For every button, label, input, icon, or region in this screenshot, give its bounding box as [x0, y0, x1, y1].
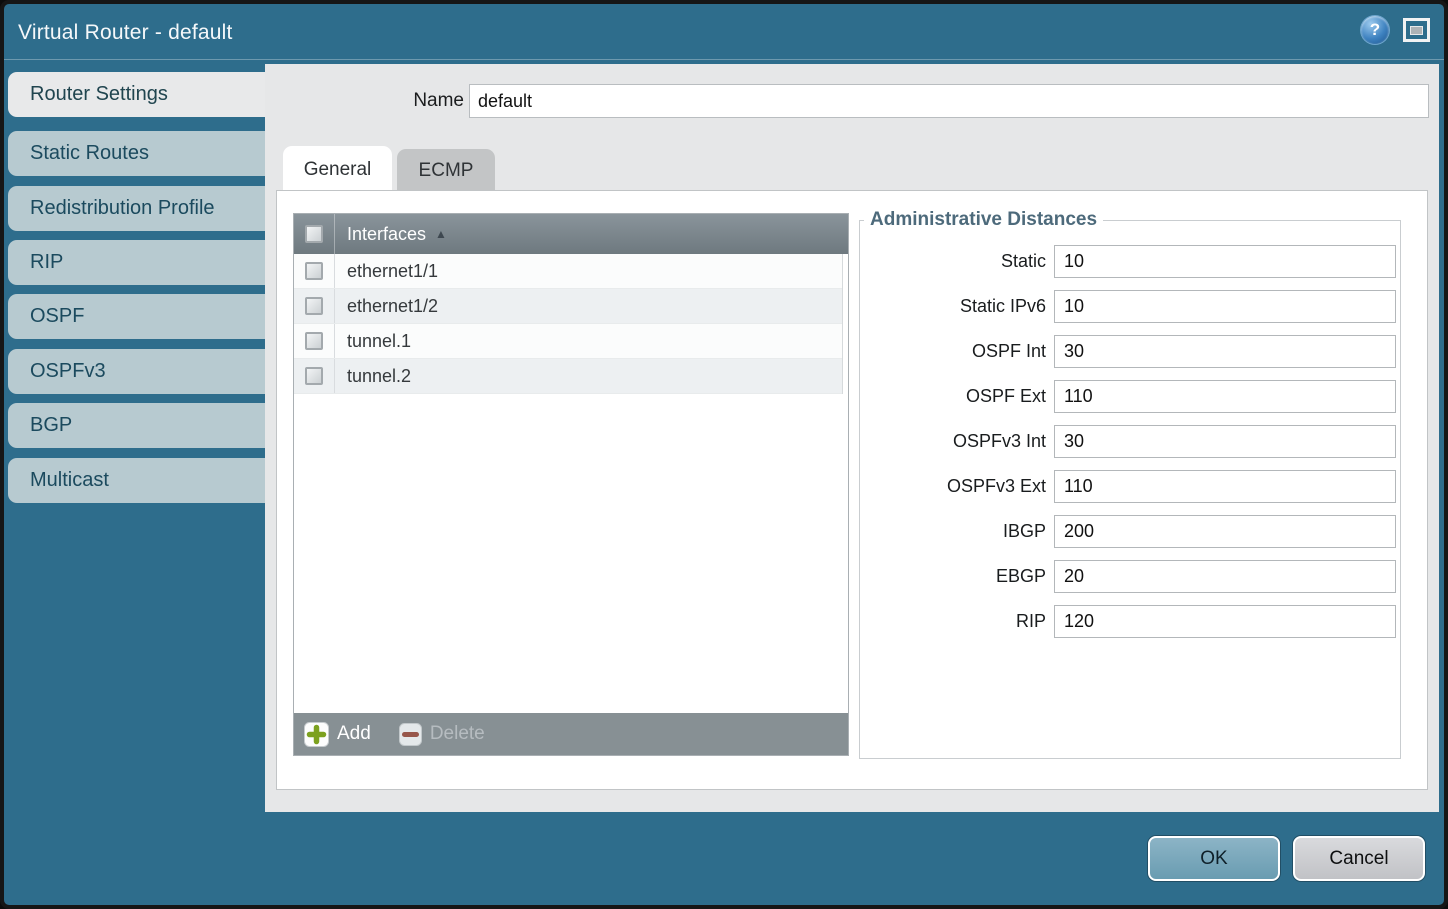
- row-checkbox[interactable]: [305, 262, 323, 280]
- ibgp-input[interactable]: [1054, 515, 1396, 548]
- table-row[interactable]: ethernet1/1: [294, 254, 842, 289]
- admin-distance-row: EBGP: [860, 560, 1396, 593]
- interface-name: tunnel.2: [335, 366, 411, 387]
- sidebar-item-rip[interactable]: RIP: [8, 240, 266, 285]
- sidebar-item-multicast[interactable]: Multicast: [8, 458, 266, 503]
- ospf-int-label: OSPF Int: [972, 341, 1046, 362]
- sidebar-item-ospf[interactable]: OSPF: [8, 294, 266, 339]
- ebgp-input[interactable]: [1054, 560, 1396, 593]
- sidebar-item-bgp[interactable]: BGP: [8, 403, 266, 448]
- sidebar-item-router-settings[interactable]: Router Settings: [8, 72, 266, 117]
- dialog-title: Virtual Router - default: [18, 4, 233, 60]
- interfaces-column-header[interactable]: Interfaces: [335, 224, 426, 245]
- administrative-distances-legend: Administrative Distances: [864, 209, 1103, 231]
- ospfv3-ext-label: OSPFv3 Ext: [947, 476, 1046, 497]
- interfaces-table: Interfaces ▲ ethernet1/1 ethernet1/2: [293, 213, 849, 756]
- rip-label: RIP: [1016, 611, 1046, 632]
- minus-icon: [399, 723, 422, 746]
- ospfv3-int-label: OSPFv3 Int: [953, 431, 1046, 452]
- table-row[interactable]: tunnel.2: [294, 359, 842, 394]
- interfaces-table-header: Interfaces ▲: [294, 214, 848, 254]
- restore-window-icon[interactable]: [1403, 18, 1430, 42]
- static-ipv6-label: Static IPv6: [960, 296, 1046, 317]
- interfaces-rows-area: ethernet1/1 ethernet1/2 tunnel.1 tu: [294, 254, 848, 713]
- sidebar-item-redistribution-profile[interactable]: Redistribution Profile: [8, 186, 266, 231]
- virtual-router-dialog: Virtual Router - default ? Router Settin…: [0, 0, 1448, 909]
- admin-distance-row: Static IPv6: [860, 290, 1396, 323]
- ospfv3-ext-input[interactable]: [1054, 470, 1396, 503]
- general-tab-panel: Interfaces ▲ ethernet1/1 ethernet1/2: [276, 190, 1428, 790]
- admin-distance-row: OSPF Int: [860, 335, 1396, 368]
- static-ipv6-input[interactable]: [1054, 290, 1396, 323]
- add-button[interactable]: Add: [304, 722, 371, 747]
- static-input[interactable]: [1054, 245, 1396, 278]
- sidebar-item-static-routes[interactable]: Static Routes: [8, 131, 266, 176]
- interface-name: ethernet1/2: [335, 296, 438, 317]
- ebgp-label: EBGP: [996, 566, 1046, 587]
- delete-button-label: Delete: [430, 723, 485, 745]
- admin-distance-row: OSPFv3 Ext: [860, 470, 1396, 503]
- ospf-ext-label: OSPF Ext: [966, 386, 1046, 407]
- admin-distance-row: RIP: [860, 605, 1396, 638]
- content-area: Name General ECMP Interfaces ▲: [265, 64, 1439, 812]
- row-checkbox[interactable]: [305, 367, 323, 385]
- interface-name: tunnel.1: [335, 331, 411, 352]
- ok-button[interactable]: OK: [1148, 836, 1280, 881]
- interface-name: ethernet1/1: [335, 261, 438, 282]
- admin-distance-row: IBGP: [860, 515, 1396, 548]
- sidebar-item-ospfv3[interactable]: OSPFv3: [8, 349, 266, 394]
- row-checkbox[interactable]: [305, 297, 323, 315]
- plus-icon: [304, 722, 329, 747]
- ospf-int-input[interactable]: [1054, 335, 1396, 368]
- delete-button[interactable]: Delete: [399, 723, 485, 746]
- name-label: Name: [305, 84, 464, 117]
- sort-ascending-icon[interactable]: ▲: [435, 227, 447, 241]
- rip-input[interactable]: [1054, 605, 1396, 638]
- administrative-distances-fieldset: Administrative Distances Static Static I…: [859, 209, 1401, 759]
- restore-window-icon-inner: [1410, 26, 1423, 35]
- row-checkbox[interactable]: [305, 332, 323, 350]
- admin-distance-row: OSPF Ext: [860, 380, 1396, 413]
- ospfv3-int-input[interactable]: [1054, 425, 1396, 458]
- static-label: Static: [1001, 251, 1046, 272]
- admin-distance-row: OSPFv3 Int: [860, 425, 1396, 458]
- tab-general[interactable]: General: [283, 146, 392, 190]
- cancel-button[interactable]: Cancel: [1293, 836, 1425, 881]
- ibgp-label: IBGP: [1003, 521, 1046, 542]
- table-row[interactable]: tunnel.1: [294, 324, 842, 359]
- name-input[interactable]: [469, 84, 1429, 118]
- select-all-checkbox[interactable]: [305, 225, 323, 243]
- titlebar: Virtual Router - default ?: [4, 4, 1444, 60]
- tab-ecmp[interactable]: ECMP: [397, 149, 495, 190]
- interfaces-table-toolbar: Add Delete: [294, 713, 848, 755]
- add-button-label: Add: [337, 723, 371, 745]
- help-icon[interactable]: ?: [1361, 16, 1389, 44]
- admin-distance-row: Static: [860, 245, 1396, 278]
- ospf-ext-input[interactable]: [1054, 380, 1396, 413]
- table-row[interactable]: ethernet1/2: [294, 289, 842, 324]
